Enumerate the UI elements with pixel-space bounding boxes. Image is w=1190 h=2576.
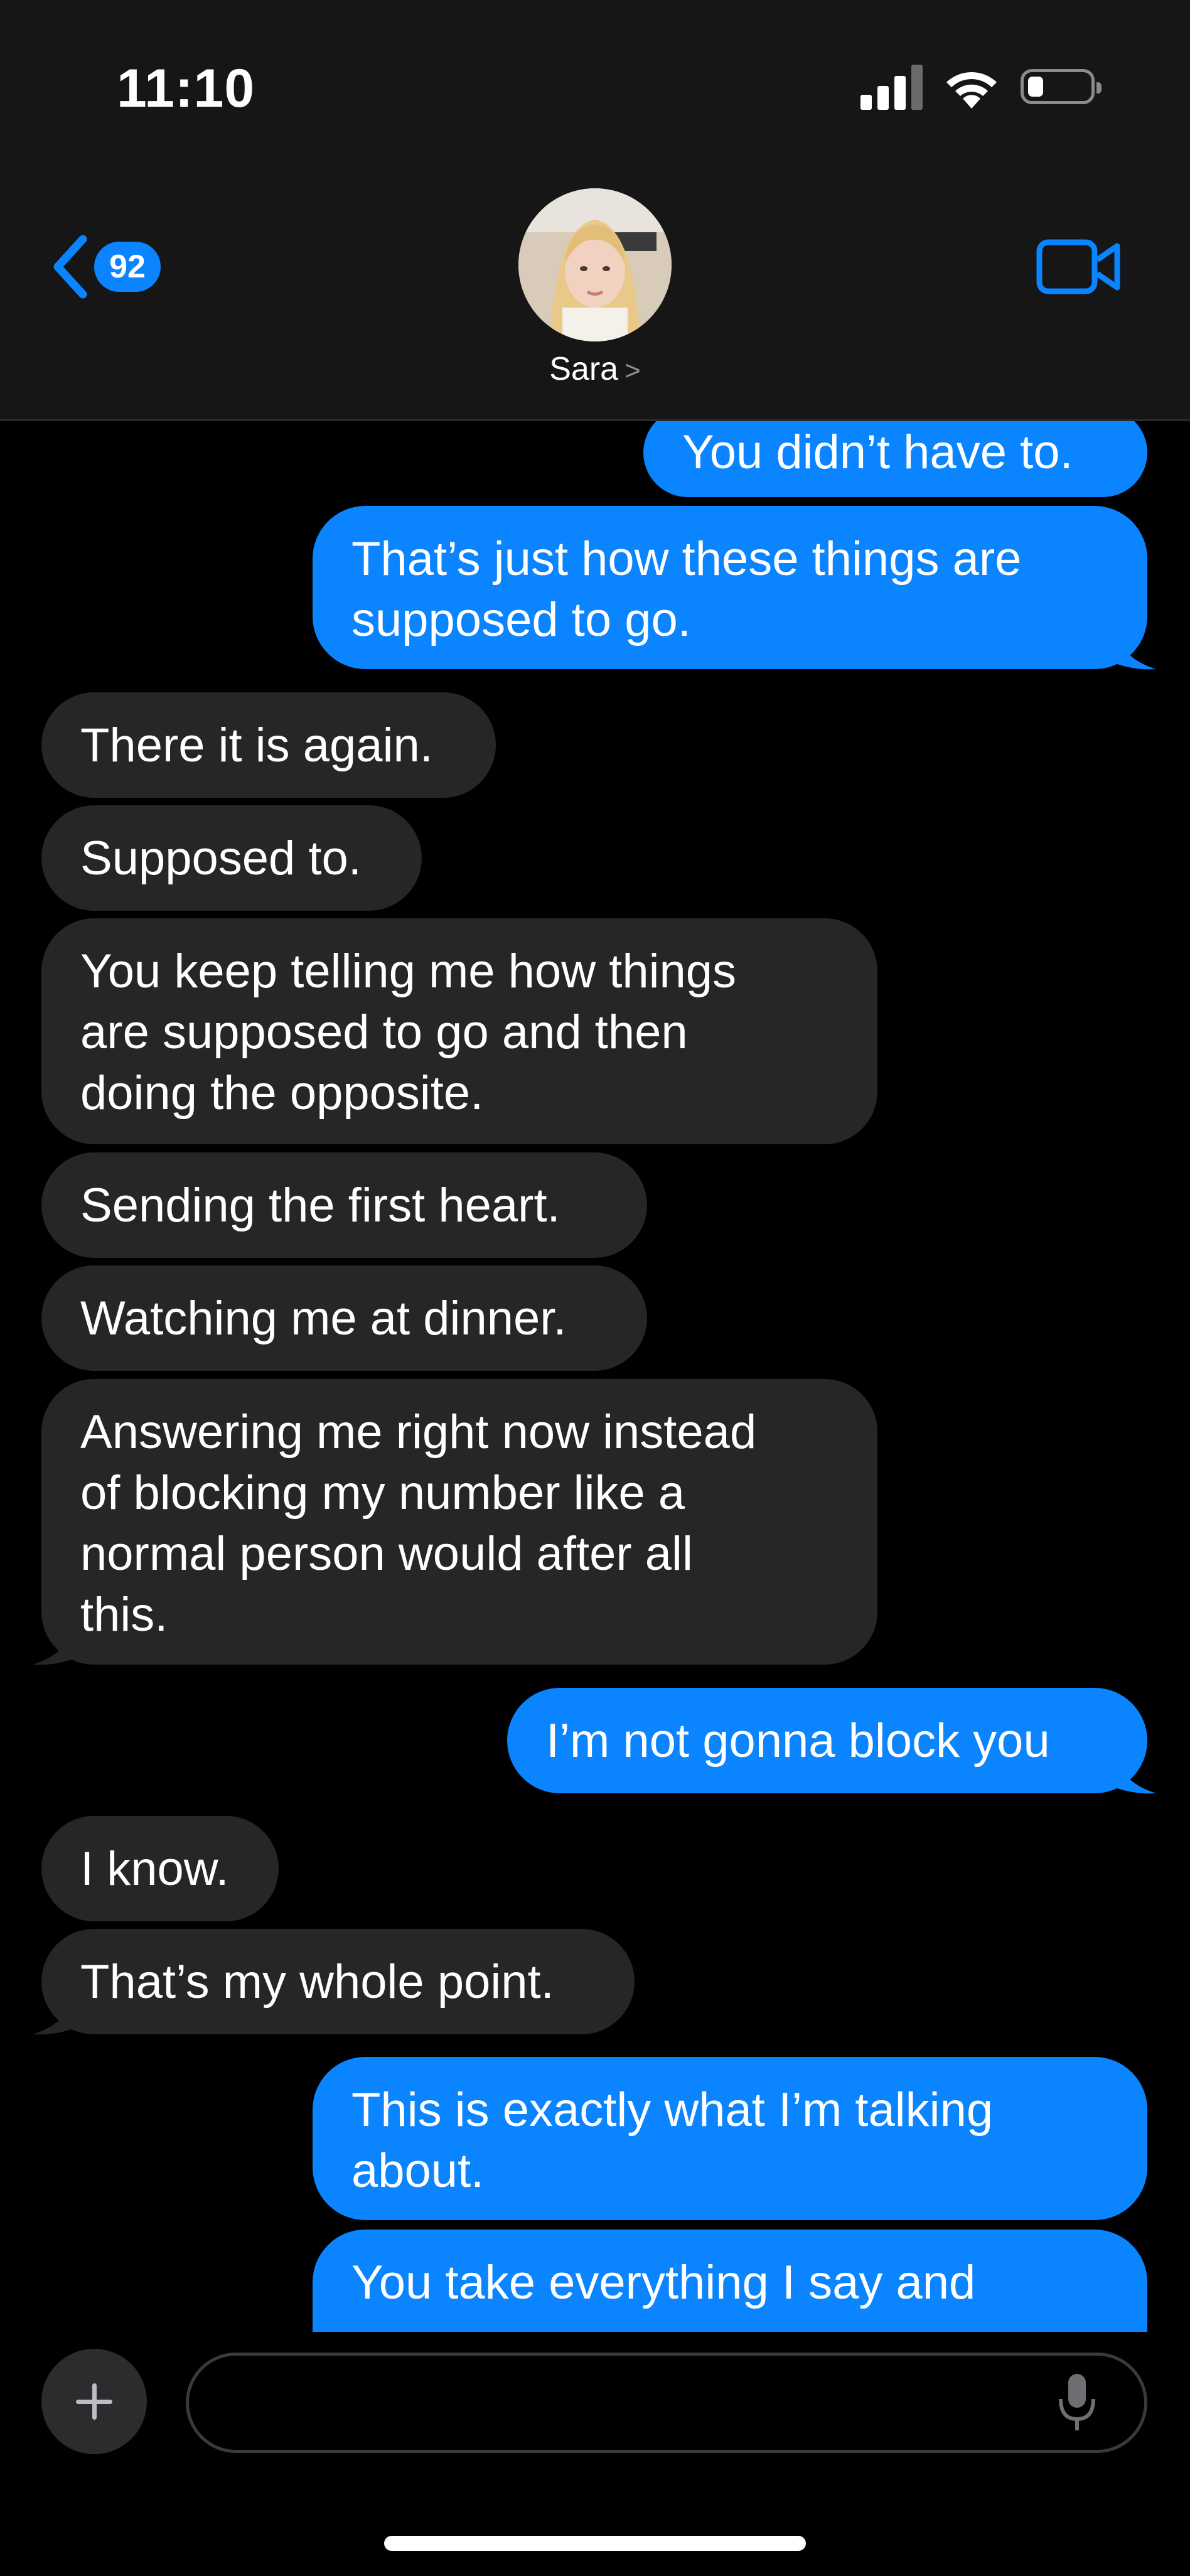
bubble-tail (1117, 1758, 1156, 1794)
message-line: of blocking my number like a (80, 1466, 685, 1520)
signal-icon (860, 63, 923, 110)
message-bubble-received[interactable]: You keep telling me how things are suppo… (41, 918, 877, 1144)
home-indicator (384, 2536, 806, 2551)
bubble-tail (33, 1999, 72, 2035)
conversation-header: 11:10 92 Sara > (0, 0, 1190, 421)
message-line: You didn’t have to. (682, 426, 1073, 479)
bubble-tail (1117, 634, 1156, 670)
unread-count-badge: 92 (94, 242, 161, 292)
message-bubble-received[interactable]: Answering me right now instead of blocki… (41, 1379, 877, 1665)
message-bubble-sent[interactable]: This is exactly what I’m talking about. (313, 2057, 1147, 2220)
message-line: Answering me right now instead (80, 1405, 757, 1459)
message-bubble-received[interactable]: There it is again. (41, 692, 496, 798)
contact-avatar[interactable] (518, 188, 672, 341)
plus-button[interactable] (41, 2349, 147, 2454)
message-bubble-received[interactable]: Watching me at dinner. (41, 1265, 647, 1371)
message-line: I know. (80, 1842, 229, 1896)
message-bubble-received[interactable]: I know. (41, 1816, 279, 1921)
messages-screen: You didn’t have to. That’s just how thes… (0, 0, 1190, 2576)
message-line: this. (80, 1588, 168, 1641)
message-line: You keep telling me how things (80, 945, 736, 998)
microphone-icon[interactable] (1057, 2371, 1097, 2434)
message-line: doing the opposite. (80, 1066, 484, 1120)
message-bubble-sent[interactable]: That’s just how these things are suppose… (313, 506, 1147, 669)
back-button[interactable]: 92 (50, 226, 161, 308)
video-camera-icon (1036, 239, 1120, 294)
message-line: normal person would after all (80, 1527, 693, 1580)
message-line: I’m not gonna block you (546, 1714, 1050, 1768)
message-bubble-sent[interactable]: You didn’t have to. (643, 408, 1147, 497)
message-bubble-sent[interactable]: I’m not gonna block you (507, 1688, 1147, 1793)
message-line: That’s just how these things are (351, 532, 1022, 586)
message-line: supposed to go. (351, 593, 691, 647)
message-line: Supposed to. (80, 832, 362, 885)
message-line: Sending the first heart. (80, 1179, 560, 1232)
message-input[interactable] (186, 2353, 1147, 2453)
message-bubble-received[interactable]: Sending the first heart. (41, 1152, 647, 1258)
status-icons (860, 63, 1102, 110)
chevron-right-icon: > (624, 355, 641, 386)
bubble-tail (33, 1629, 72, 1665)
contact-name-label: Sara (549, 351, 619, 387)
message-line: about. (351, 2144, 485, 2198)
message-line: Watching me at dinner. (80, 1292, 567, 1345)
avatar-photo (518, 188, 672, 341)
message-bubble-received[interactable]: Supposed to. (41, 805, 422, 911)
message-line: There it is again. (80, 719, 433, 772)
message-line: This is exactly what I’m talking (351, 2083, 994, 2137)
message-line: are supposed to go and then (80, 1006, 688, 1059)
facetime-video-button[interactable] (1036, 232, 1123, 301)
battery-icon (1021, 69, 1102, 104)
contact-name[interactable]: Sara > (0, 350, 1190, 388)
wifi-icon (946, 72, 997, 109)
status-time: 11:10 (117, 58, 255, 119)
message-line: That’s my whole point. (80, 1955, 554, 2009)
message-bubble-sent[interactable]: You take everything I say and (313, 2230, 1147, 2332)
back-chevron-icon (53, 235, 87, 299)
message-bubble-received[interactable]: That’s my whole point. (41, 1929, 635, 2034)
message-line: You take everything I say and (351, 2256, 976, 2309)
